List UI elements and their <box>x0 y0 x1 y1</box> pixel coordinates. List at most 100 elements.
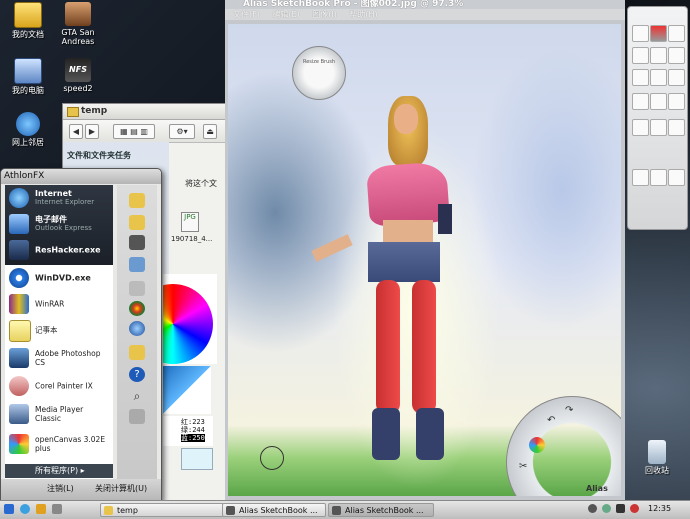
desktop-icon-my-computer[interactable]: 我的电脑 <box>0 58 56 95</box>
redo-icon[interactable]: ↷ <box>565 405 573 416</box>
blur-tool-icon[interactable] <box>650 69 667 86</box>
actions-gear-button[interactable]: ⚙▾ <box>169 124 195 139</box>
desktop-icon-network[interactable]: 网上邻居 <box>0 112 56 147</box>
undo-icon[interactable]: ↶ <box>547 415 555 426</box>
logoff-button[interactable]: 注销(L) <box>47 483 74 494</box>
shutdown-button[interactable]: 关闭计算机(U) <box>95 483 147 494</box>
taskbar: temp Alias SketchBook ... Alias SketchBo… <box>0 500 690 519</box>
menu-image[interactable]: 图像(I) <box>312 10 337 19</box>
task-pane-header: 文件和文件夹任务 <box>67 151 131 160</box>
drawing-canvas[interactable]: Resize Brush ↶ ↷ ✂ Alias <box>228 24 621 496</box>
eraser-tool-icon[interactable] <box>632 93 649 110</box>
menu-item-internet[interactable]: Internet Internet Explorer <box>5 185 113 211</box>
desktop-icon-recycle-bin[interactable]: 回收站 <box>629 440 685 475</box>
brush-size-icon[interactable] <box>632 119 649 136</box>
back-button[interactable]: ◀ <box>69 124 83 139</box>
explorer-quicklaunch-icon[interactable] <box>36 504 46 514</box>
show-desktop-icon[interactable] <box>4 504 14 514</box>
network-places-icon[interactable] <box>129 321 145 336</box>
menu-edit[interactable]: 编辑(E) <box>272 10 299 19</box>
layer-settings-icon[interactable] <box>668 169 685 186</box>
menu-item-windvd[interactable]: WinDVD.exe <box>5 265 113 291</box>
eject-icon[interactable]: ⏏ <box>203 124 217 139</box>
my-computer-icon <box>14 58 42 84</box>
menu-file[interactable]: 文件(F) <box>233 10 260 19</box>
help-icon[interactable]: ? <box>129 367 145 382</box>
network-icon <box>16 112 40 136</box>
trash-icon[interactable] <box>632 169 649 186</box>
windvd-icon <box>9 268 29 288</box>
tray-icon[interactable] <box>630 504 639 513</box>
my-music-icon[interactable] <box>129 235 145 250</box>
scissors-icon[interactable]: ✂ <box>519 461 527 472</box>
my-pictures-icon[interactable] <box>129 215 145 230</box>
menu-item-email[interactable]: 电子邮件 Outlook Express <box>5 211 113 237</box>
color-readout: 红:223 绿:244 蓝:250 <box>163 416 213 446</box>
menu-item-opencanvas[interactable]: openCanvas 3.02E plus <box>5 429 113 459</box>
media-quicklaunch-icon[interactable] <box>52 504 62 514</box>
copy-task-link[interactable]: 将这个文 <box>185 178 217 189</box>
mpc-icon <box>9 404 29 424</box>
color-wheel[interactable] <box>163 274 217 364</box>
brush-tool-icon[interactable] <box>668 25 685 42</box>
color-value-triangle[interactable] <box>163 366 211 414</box>
color-editor-icon[interactable] <box>529 437 545 453</box>
menu-item-reshacker[interactable]: ResHacker.exe <box>5 237 113 263</box>
recycle-bin-icon <box>648 440 666 464</box>
menu-item-mpc[interactable]: Media Player Classic <box>5 399 113 429</box>
all-programs-button[interactable]: 所有程序(P) ▸ <box>5 464 113 478</box>
large-eraser-tool-icon[interactable] <box>650 93 667 110</box>
my-computer-icon[interactable] <box>129 257 145 272</box>
tray-icon[interactable] <box>616 504 625 513</box>
menu-item-photoshop[interactable]: Adobe Photoshop CS <box>5 343 113 373</box>
opencanvas-icon <box>9 434 29 454</box>
taskbar-item-sketchbook-1[interactable]: Alias SketchBook ... <box>222 503 326 517</box>
menu-item-notepad[interactable]: 记事本 <box>5 317 113 343</box>
menu-item-title: 记事本 <box>35 325 58 335</box>
search-icon[interactable]: ⌕ <box>129 389 145 404</box>
figure-right-glove <box>438 204 452 234</box>
winrar-icon <box>9 294 29 314</box>
menu-item-painter[interactable]: Corel Painter IX <box>5 373 113 399</box>
ie-quicklaunch-icon[interactable] <box>20 504 30 514</box>
airbrush-tool-icon[interactable] <box>650 47 667 64</box>
all-programs-label: 所有程序(P) <box>35 466 79 475</box>
run-icon[interactable] <box>129 409 145 424</box>
file-icon[interactable]: JPG <box>181 212 199 232</box>
r-value: 223 <box>192 418 205 426</box>
desktop-icon-speed2[interactable]: NFS speed2 <box>50 58 106 93</box>
g-label: 绿: <box>181 426 193 434</box>
control-panel-icon[interactable] <box>129 281 145 296</box>
menu-item-winrar[interactable]: WinRAR <box>5 291 113 317</box>
pen-tool-icon[interactable] <box>632 47 649 64</box>
pencil-tool-icon[interactable] <box>632 25 649 42</box>
resize-brush-puck[interactable]: Resize Brush <box>292 46 346 100</box>
fill-tool-icon[interactable] <box>668 93 685 110</box>
marker-tool-icon[interactable] <box>650 25 667 42</box>
smear-tool-icon[interactable] <box>632 69 649 86</box>
desktop-icon-gta[interactable]: GTA San Andreas <box>50 2 106 46</box>
paintbrush-tool-icon[interactable] <box>668 47 685 64</box>
my-documents-icon[interactable] <box>129 193 145 208</box>
my-documents-icon <box>14 2 42 28</box>
taskbar-item-label: Alias SketchBook ... <box>239 506 318 515</box>
brush-preset-icon[interactable] <box>668 119 685 136</box>
forward-button[interactable]: ▶ <box>85 124 99 139</box>
brush-opacity-icon[interactable] <box>650 119 667 136</box>
tray-icon[interactable] <box>588 504 597 513</box>
view-mode-buttons[interactable]: ▦ ▤ ▥ <box>113 124 155 139</box>
desktop-icon-my-documents[interactable]: 我的文档 <box>0 2 56 39</box>
lagoon-menu[interactable]: ↶ ↷ ✂ <box>506 396 621 496</box>
taskbar-item-temp[interactable]: temp <box>100 503 224 517</box>
layer-add-icon[interactable] <box>650 169 667 186</box>
printers-icon[interactable] <box>129 345 145 360</box>
taskbar-item-label: temp <box>117 506 138 515</box>
chrome-icon[interactable] <box>129 301 145 316</box>
file-name[interactable]: 190718_4... <box>171 235 212 243</box>
sharpen-tool-icon[interactable] <box>668 69 685 86</box>
sketchbook-window[interactable]: Alias SketchBook Pro - 图像002.jpg @ 97.3%… <box>225 0 625 500</box>
tray-icon[interactable] <box>602 504 611 513</box>
taskbar-item-sketchbook-2[interactable]: Alias SketchBook ... <box>328 503 434 517</box>
menu-help[interactable]: 帮助(H) <box>349 10 377 19</box>
figure-right-leg <box>412 280 436 414</box>
